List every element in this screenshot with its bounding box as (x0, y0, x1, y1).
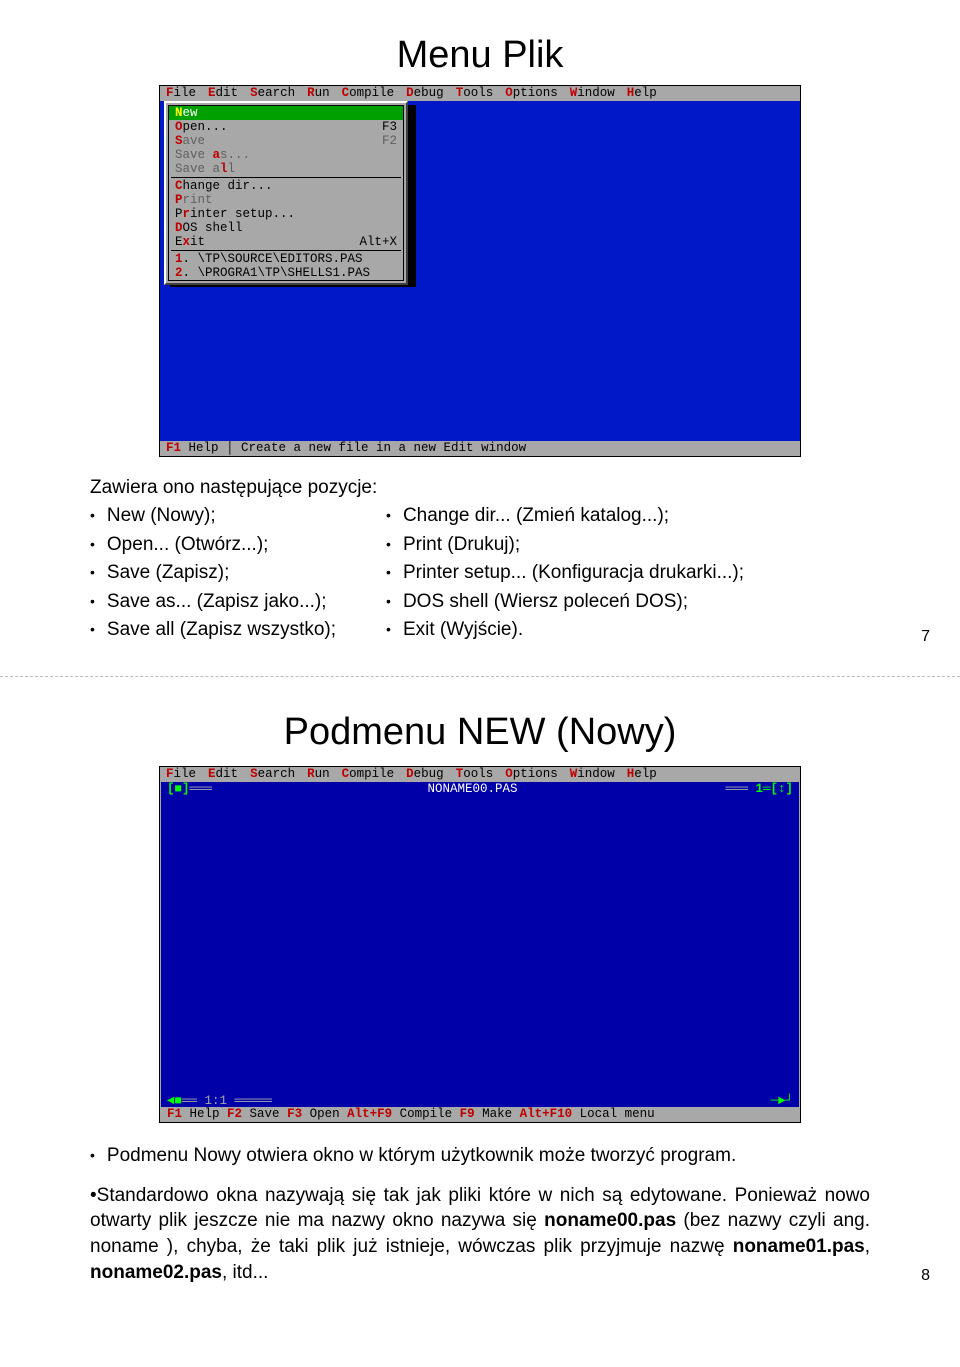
list-item: Open... (Otwórz...); (90, 532, 336, 559)
menu-item: Save all (169, 162, 403, 176)
list-item: Save all (Zapisz wszystko); (90, 617, 336, 644)
menu-item-help[interactable]: Help (627, 86, 657, 101)
file-dropdown: NewOpen...F3SaveF2Save as...Save all Chan… (164, 101, 408, 285)
menu-item-window[interactable]: Window (570, 767, 615, 782)
cursor-position: 1:1 (205, 1094, 228, 1108)
menu-item[interactable]: Change dir... (169, 179, 403, 193)
left-list: New (Nowy);Open... (Otwórz...);Save (Zap… (90, 503, 336, 646)
menu-item-tools[interactable]: Tools (456, 86, 494, 101)
menu-item-tools[interactable]: Tools (456, 767, 494, 782)
menu-item-search[interactable]: Search (250, 86, 295, 101)
status-hotkey: F9 (460, 1107, 475, 1121)
menu-item-compile[interactable]: Compile (342, 767, 395, 782)
menu-item[interactable]: Open...F3 (169, 120, 403, 134)
status-text: Compile (392, 1107, 460, 1121)
menu-item-search[interactable]: Search (250, 767, 295, 782)
menu-item[interactable]: New (169, 106, 403, 120)
status-text: Open (302, 1107, 347, 1121)
menu-item-edit[interactable]: Edit (208, 86, 238, 101)
menu-item-file[interactable]: File (166, 767, 196, 782)
menu-bar: File Edit Search Run Compile Debug Tools… (160, 86, 800, 101)
menu-item-compile[interactable]: Compile (342, 86, 395, 101)
list-item: DOS shell (Wiersz poleceń DOS); (386, 589, 744, 616)
scroll-left-icon: ◄■ (167, 1094, 182, 1108)
menu-item-debug[interactable]: Debug (406, 86, 444, 101)
bullet-text: Podmenu Nowy otwiera okno w którym użytk… (107, 1143, 736, 1169)
editor-footer: ◄■══ 1:1 ═════ ─►┘ (167, 1094, 793, 1108)
page-title: Podmenu NEW (Nowy) (90, 711, 870, 754)
menu-item-help[interactable]: Help (627, 767, 657, 782)
menu-item: Save as... (169, 148, 403, 162)
status-text: Make (475, 1107, 520, 1121)
menu-item-edit[interactable]: Edit (208, 767, 238, 782)
menu-item[interactable]: 2. \PROGRA1\TP\SHELLS1.PAS (169, 266, 403, 280)
status-hotkey: F1 (166, 441, 181, 455)
menu-item-run[interactable]: Run (307, 86, 330, 101)
list-item: Save (Zapisz); (90, 560, 336, 587)
menu-divider (171, 250, 401, 251)
editor-body: [■] ═══ NONAME00.PAS ═══ 1═[↕] ◄■══ 1:1 … (160, 782, 800, 1122)
window-control-icon: [■] (167, 782, 190, 796)
menu-item-options[interactable]: Options (505, 767, 558, 782)
scroll-right-icon: ─►┘ (770, 1094, 793, 1108)
menu-item[interactable]: ExitAlt+X (169, 235, 403, 249)
list-item: Save as... (Zapisz jako...); (90, 589, 336, 616)
menu-divider (171, 177, 401, 178)
status-bar: F1 Help │ Create a new file in a new Edi… (160, 441, 800, 456)
menu-item[interactable]: 1. \TP\SOURCE\EDITORS.PAS (169, 252, 403, 266)
slide-podmenu-new: Podmenu NEW (Nowy) File Edit Search Run … (0, 677, 960, 1325)
slide-menu-plik: Menu Plik File Edit Search Run Compile D… (0, 0, 960, 677)
status-text: Help (182, 1107, 227, 1121)
menu-item-file[interactable]: File (166, 86, 196, 101)
menu-item-options[interactable]: Options (505, 86, 558, 101)
status-hotkey: F1 (167, 1107, 182, 1121)
status-hotkey: Alt+F9 (347, 1107, 392, 1121)
page-number: 8 (921, 1267, 930, 1285)
menu-item[interactable]: DOS shell (169, 221, 403, 235)
list-item: Exit (Wyjście). (386, 617, 744, 644)
dos-screenshot-file-menu: File Edit Search Run Compile Debug Tools… (159, 85, 801, 457)
columns: New (Nowy);Open... (Otwórz...);Save (Zap… (90, 503, 870, 646)
menu-item-window[interactable]: Window (570, 86, 615, 101)
status-bar: F1 Help F2 Save F3 Open Alt+F9 Compile F… (161, 1107, 799, 1122)
status-hotkey: F2 (227, 1107, 242, 1121)
status-hotkey: Alt+F10 (520, 1107, 573, 1121)
editor-titlebar: [■] ═══ NONAME00.PAS ═══ 1═[↕] (161, 782, 799, 796)
status-text: Save (242, 1107, 287, 1121)
list-item: Change dir... (Zmień katalog...); (386, 503, 744, 530)
desktop-area: NewOpen...F3SaveF2Save as...Save all Chan… (160, 101, 800, 441)
menu-item: SaveF2 (169, 134, 403, 148)
intro-text: Zawiera ono następujące pozycje: (90, 477, 870, 499)
status-text: Help │ Create a new file in a new Edit w… (181, 441, 526, 455)
status-text: Local menu (572, 1107, 655, 1121)
right-list: Change dir... (Zmień katalog...);Print (… (386, 503, 744, 646)
paragraph: •Standardowo okna nazywają się tak jak p… (90, 1183, 870, 1286)
page-number: 7 (921, 628, 930, 646)
window-number-icon: 1═[↕] (755, 782, 793, 796)
menu-item[interactable]: Printer setup... (169, 207, 403, 221)
dos-screenshot-editor: File Edit Search Run Compile Debug Tools… (159, 766, 801, 1123)
filename-label: NONAME00.PAS (220, 782, 726, 796)
menu-item-debug[interactable]: Debug (406, 767, 444, 782)
menu-bar: File Edit Search Run Compile Debug Tools… (160, 767, 800, 782)
list-item: Printer setup... (Konfiguracja drukarki.… (386, 560, 744, 587)
list-item: Print (Drukuj); (386, 532, 744, 559)
page-title: Menu Plik (90, 34, 870, 77)
list-item: New (Nowy); (90, 503, 336, 530)
status-hotkey: F3 (287, 1107, 302, 1121)
menu-item-run[interactable]: Run (307, 767, 330, 782)
bullet-block: Podmenu Nowy otwiera okno w którym użytk… (90, 1143, 870, 1169)
menu-item: Print (169, 193, 403, 207)
